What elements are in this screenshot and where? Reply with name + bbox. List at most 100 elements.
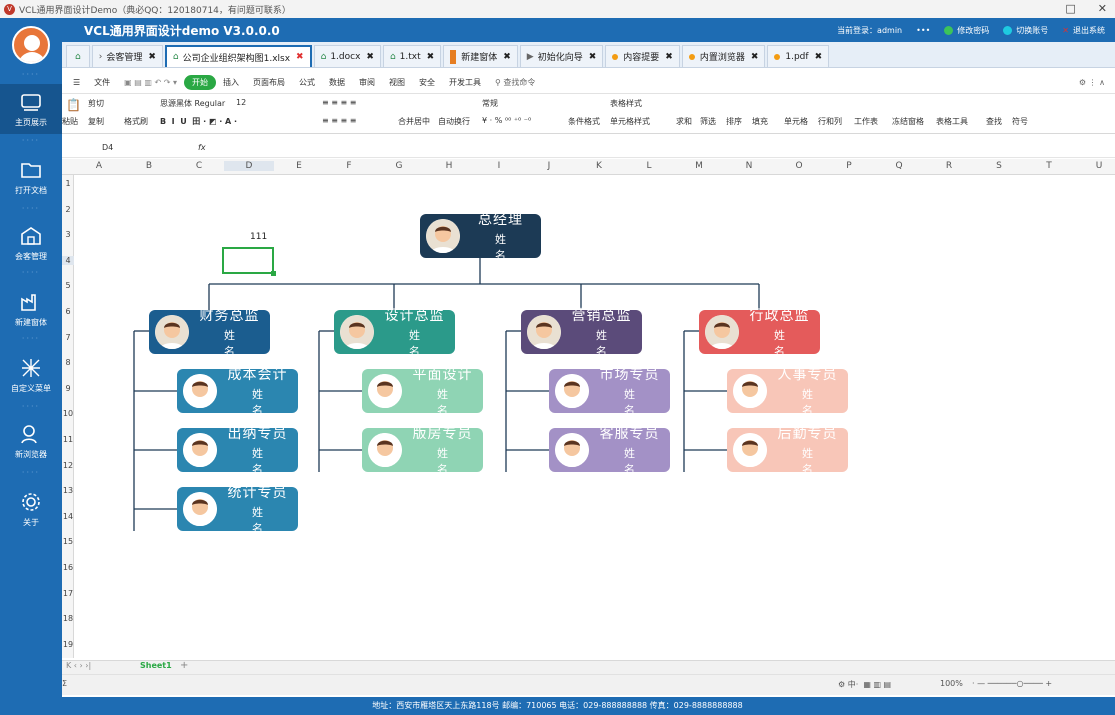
merge-center-button[interactable]: 合并居中: [398, 116, 430, 127]
close-icon[interactable]: ✖: [427, 52, 435, 62]
cut-button[interactable]: 剪切: [88, 98, 104, 109]
column-header[interactable]: S: [974, 161, 1024, 171]
sheet-nav-icons[interactable]: K ‹ › ›|: [66, 661, 91, 670]
column-header[interactable]: M: [674, 161, 724, 171]
close-icon[interactable]: ✖: [503, 52, 511, 62]
symbol-button[interactable]: 符号: [1012, 116, 1028, 127]
column-header[interactable]: Q: [874, 161, 924, 171]
fx-icon[interactable]: fx: [198, 143, 206, 152]
sidebar-item-custom-menu[interactable]: 自定义菜单: [0, 350, 62, 400]
fill-button[interactable]: 填充: [752, 116, 768, 127]
ribbon-tab-file[interactable]: 文件: [87, 77, 117, 88]
tab-new-form[interactable]: 新建窗体 ✖: [443, 45, 518, 67]
align-buttons-2[interactable]: ≡ ≡ ≡ ≡: [322, 116, 356, 125]
staff-node[interactable]: 后勤专员 姓名: [727, 426, 848, 476]
column-header[interactable]: G: [374, 161, 424, 171]
selected-cell-d4[interactable]: [222, 247, 276, 276]
sum-button[interactable]: 求和: [676, 116, 692, 127]
zoom-level[interactable]: 100%: [940, 679, 963, 688]
staff-node[interactable]: 市场专员 姓名: [549, 367, 670, 417]
staff-node[interactable]: 人事专员 姓名: [727, 367, 848, 417]
row-header[interactable]: 4: [62, 255, 74, 265]
cell-button[interactable]: 单元格: [784, 116, 808, 127]
row-header[interactable]: 14: [62, 512, 74, 521]
staff-node[interactable]: 客服专员 姓名: [549, 426, 670, 476]
tab-docx[interactable]: ⌂ 1.docx ✖: [313, 45, 381, 67]
ribbon-tab-formula[interactable]: 公式: [292, 77, 322, 88]
column-header[interactable]: B: [124, 161, 174, 171]
view-mode-icons[interactable]: ⚙ 中· ▦ ▥ ▤: [838, 679, 891, 690]
filter-button[interactable]: 筛选: [700, 116, 716, 127]
column-header[interactable]: N: [724, 161, 774, 171]
row-header[interactable]: 12: [62, 461, 74, 470]
ribbon-tab-insert[interactable]: 插入: [216, 77, 246, 88]
conditional-format-button[interactable]: 条件格式: [568, 116, 600, 127]
copy-button[interactable]: 复制: [88, 116, 104, 127]
row-header[interactable]: 10: [62, 409, 74, 418]
quick-access-icons[interactable]: ▣ ▤ ▥ ↶ ↷ ▾: [117, 78, 184, 87]
close-icon[interactable]: ✖: [751, 52, 759, 62]
department-node[interactable]: 行政总监 姓名: [699, 308, 820, 358]
user-avatar[interactable]: [12, 26, 50, 64]
tab-pdf[interactable]: 1.pdf ✖: [767, 45, 830, 67]
exit-button[interactable]: ✕ 退出系统: [1062, 25, 1105, 36]
ribbon-tab-dev[interactable]: 开发工具: [442, 77, 488, 88]
tab-home[interactable]: ⌂: [66, 45, 90, 67]
department-node[interactable]: 设计总监 姓名: [334, 308, 455, 358]
close-icon[interactable]: ✖: [148, 52, 156, 62]
close-icon[interactable]: ✖: [815, 52, 823, 62]
zoom-slider[interactable]: · — ──────○──── +: [972, 679, 1052, 688]
ribbon-tab-security[interactable]: 安全: [412, 77, 442, 88]
row-header[interactable]: 16: [62, 563, 74, 572]
ribbon-tab-review[interactable]: 审阅: [352, 77, 382, 88]
row-header[interactable]: 15: [62, 537, 74, 546]
close-icon[interactable]: ✕: [1098, 2, 1107, 15]
number-format-buttons[interactable]: ¥ · % ⁰⁰ ⁺⁰ ⁻⁰: [482, 116, 531, 125]
sidebar-item-open-doc[interactable]: 打开文档: [0, 152, 62, 202]
staff-node[interactable]: 版房专员 姓名: [362, 426, 483, 476]
number-format-select[interactable]: 常规: [482, 98, 498, 109]
ribbon-tab-view[interactable]: 视图: [382, 77, 412, 88]
column-header[interactable]: A: [74, 161, 124, 171]
department-node[interactable]: 财务总监 姓名: [149, 308, 270, 358]
search-command[interactable]: ⚲ 查找命令: [488, 77, 542, 88]
table-tools-button[interactable]: 表格工具: [936, 116, 968, 127]
column-header[interactable]: K: [574, 161, 624, 171]
column-header[interactable]: H: [424, 161, 474, 171]
paste-button[interactable]: 粘贴: [62, 116, 78, 127]
cell-style-button[interactable]: 单元格样式: [610, 116, 650, 127]
paste-icon[interactable]: 📋: [66, 98, 81, 112]
column-header[interactable]: C: [174, 161, 224, 171]
column-header[interactable]: E: [274, 161, 324, 171]
tab-summary[interactable]: 内容提要 ✖: [605, 45, 680, 67]
close-icon[interactable]: ✖: [665, 52, 673, 62]
name-box[interactable]: D4: [102, 143, 192, 152]
freeze-panes-button[interactable]: 冻结窗格: [892, 116, 924, 127]
tab-wizard[interactable]: ▶ 初始化向导 ✖: [519, 45, 604, 67]
department-node[interactable]: 营销总监 姓名: [521, 308, 642, 358]
settings-icon[interactable]: ⚙ ⋮ ∧: [1079, 78, 1105, 87]
font-size-select[interactable]: 12: [236, 98, 246, 107]
row-col-button[interactable]: 行和列: [818, 116, 842, 127]
font-style-buttons[interactable]: B I U 田 · ◩ · A ·: [160, 116, 237, 127]
sidebar-item-visitors[interactable]: 会客管理: [0, 218, 62, 268]
table-style-button[interactable]: 表格样式: [610, 98, 642, 109]
wrap-text-button[interactable]: 自动换行: [438, 116, 470, 127]
align-buttons[interactable]: ≡ ≡ ≡ ≡: [322, 98, 356, 107]
switch-account-button[interactable]: 切换账号: [1003, 25, 1048, 36]
row-header[interactable]: 19: [62, 640, 74, 649]
column-header[interactable]: F: [324, 161, 374, 171]
sidebar-item-browser[interactable]: 新浏览器: [0, 416, 62, 466]
column-header[interactable]: D: [224, 161, 274, 171]
ribbon-tab-data[interactable]: 数据: [322, 77, 352, 88]
row-header[interactable]: 17: [62, 589, 74, 598]
column-header[interactable]: I: [474, 161, 524, 171]
staff-node[interactable]: 统计专员 姓名: [177, 485, 298, 535]
font-name-select[interactable]: 思源黑体 Regular: [160, 98, 225, 109]
close-icon[interactable]: ✖: [366, 52, 374, 62]
tab-org-chart[interactable]: ⌂ 公司企业组织架构图1.xlsx ✖: [164, 45, 312, 67]
row-header[interactable]: 8: [62, 358, 74, 367]
column-header[interactable]: R: [924, 161, 974, 171]
row-header[interactable]: 11: [62, 435, 74, 444]
column-header[interactable]: T: [1024, 161, 1074, 171]
